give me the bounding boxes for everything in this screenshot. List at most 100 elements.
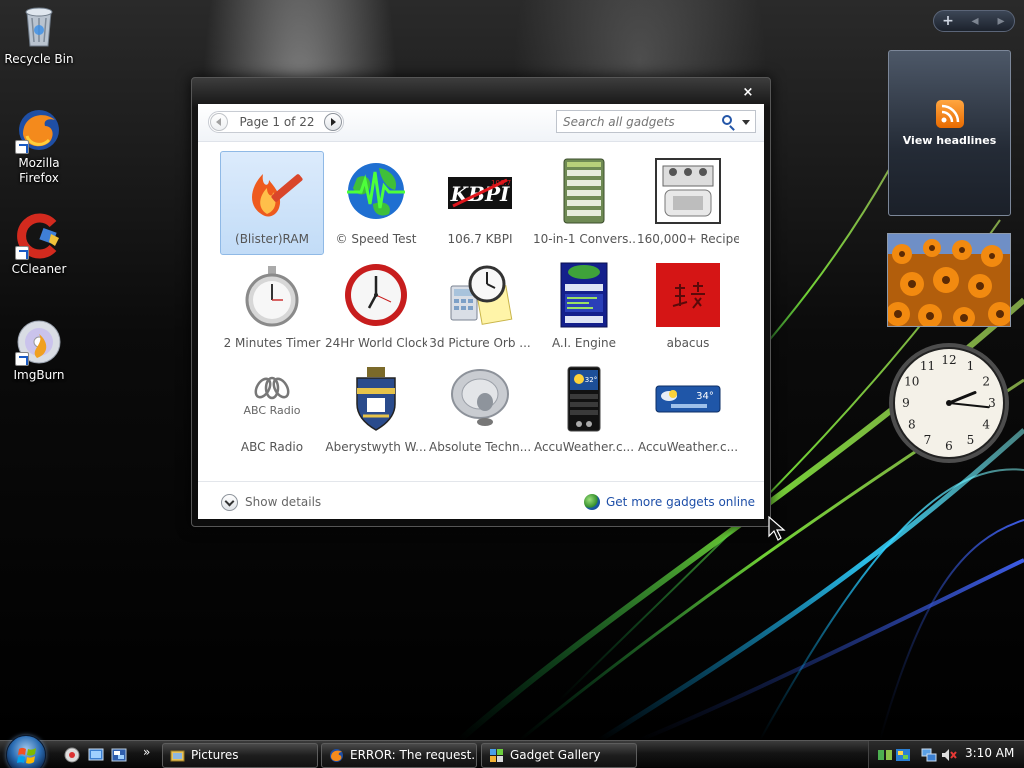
gallery-toolbar: Page 1 of 22 [198, 104, 764, 142]
search-icon[interactable] [722, 115, 732, 125]
system-tray: 3:10 AM [868, 741, 1024, 768]
desktop-icon-ccleaner[interactable]: CCleaner [0, 212, 78, 277]
clock-numeral: 1 [967, 359, 975, 373]
analog-clock-face: 12 1234567891011 [889, 343, 1009, 463]
gadget-label: (Blister)RAM [235, 232, 309, 246]
shortcut-arrow-icon [15, 352, 29, 366]
globe-icon [584, 494, 600, 510]
world-clock-icon [343, 262, 409, 328]
close-button[interactable]: × [735, 85, 761, 102]
gadget-tile[interactable]: 10-in-1 Convers... [532, 151, 636, 255]
flower-photo [888, 234, 1010, 326]
gadget-tile[interactable]: 32° AccuWeather.c... [532, 359, 636, 463]
get-more-gadgets-label: Get more gadgets online [606, 495, 756, 509]
gadget-label: 106.7 KBPI [447, 232, 513, 246]
slideshow-gadget[interactable] [887, 233, 1011, 327]
gadget-tile[interactable]: 160,000+ Recipes [636, 151, 740, 255]
gadget-icon [490, 749, 503, 762]
gadget-label: A.I. Engine [551, 336, 617, 350]
gadget-label: 2 Minutes Timer [223, 336, 321, 350]
svg-text:106.7: 106.7 [491, 179, 511, 187]
sidebar-next-button[interactable]: ▸ [988, 11, 1014, 31]
gadget-label: 160,000+ Recipes [637, 232, 739, 246]
switch-windows-icon[interactable] [88, 747, 104, 763]
gadget-tile[interactable]: Aberystwyth W... [324, 359, 428, 463]
clock-numeral: 2 [982, 375, 990, 389]
network-icon[interactable] [921, 747, 937, 763]
desktop-icon-label: Recycle Bin [4, 52, 74, 66]
clock-numeral: 12 [941, 353, 956, 367]
clock-numeral: 9 [902, 396, 910, 410]
abacus-icon [655, 262, 721, 328]
add-gadget-button[interactable]: + [934, 11, 962, 31]
search-input[interactable] [557, 111, 717, 132]
gadget-tile[interactable]: 3d Picture Orb ... [428, 255, 532, 359]
task-label: Pictures [191, 748, 239, 762]
taskbar-clock[interactable]: 3:10 AM [965, 746, 1014, 760]
ccleaner-icon [15, 212, 63, 260]
desktop-icon-imgburn[interactable]: ImgBurn [0, 318, 78, 383]
chevron-down-icon[interactable] [742, 120, 750, 125]
start-button[interactable] [6, 735, 46, 768]
gadget-label: 3d Picture Orb ... [429, 336, 531, 350]
tray-app-icon[interactable] [895, 747, 911, 763]
svg-text:34°: 34° [696, 391, 714, 402]
gadget-grid: (Blister)RAM © Speed Test KBPI 106.7 [220, 151, 740, 463]
clock-numeral: 4 [982, 418, 990, 432]
previous-page-button[interactable] [210, 113, 228, 131]
svg-text:ABC Radio: ABC Radio [244, 404, 301, 417]
show-desktop-icon[interactable] [64, 747, 80, 763]
taskbar: » Pictures ERROR: The request... Gadget … [0, 735, 1024, 768]
gadget-label: ABC Radio [240, 440, 304, 454]
show-details-label: Show details [245, 495, 322, 509]
clock-numeral: 7 [924, 433, 932, 447]
gadget-tile[interactable]: 34° AccuWeather.c... [636, 359, 740, 463]
gadget-tile[interactable]: abacus [636, 255, 740, 359]
firefox-icon [15, 106, 63, 154]
gadget-tile[interactable]: Absolute Techn... [428, 359, 532, 463]
desktop-icon-label: CCleaner [11, 262, 67, 276]
show-details-button[interactable]: Show details [221, 492, 321, 512]
calculator-clock-icon [447, 262, 513, 328]
clock-gadget[interactable]: 12 1 2 3 4 5 6 7 8 9 10 11 [886, 340, 1012, 466]
quick-launch-overflow-button[interactable]: » [143, 745, 150, 759]
gadget-gallery-content: Page 1 of 22 (Blister)RAM [198, 104, 764, 519]
volume-muted-icon[interactable] [941, 747, 957, 763]
sidebar-prev-button[interactable]: ◂ [962, 11, 988, 31]
svg-text:32°: 32° [585, 376, 597, 384]
tray-app-icon[interactable] [877, 747, 893, 763]
accuweather-wide-icon: 34° [655, 366, 721, 432]
gallery-footer: Show details Get more gadgets online [198, 481, 764, 519]
gadget-tile[interactable]: A.I. Engine [532, 255, 636, 359]
rss-icon [935, 100, 964, 128]
gadget-tile[interactable]: 24Hr World Clock [324, 255, 428, 359]
shortcut-arrow-icon [15, 140, 29, 154]
windows-logo-icon [17, 747, 36, 764]
next-page-button[interactable] [324, 113, 342, 131]
clock-numeral: 11 [920, 359, 935, 373]
speaker-icon [447, 366, 513, 432]
gadget-tile[interactable]: 2 Minutes Timer [220, 255, 324, 359]
sidebar-controls: + ◂ ▸ [933, 10, 1015, 32]
gadget-tile[interactable]: KBPI 106.7 106.7 KBPI [428, 151, 532, 255]
gadget-tile[interactable]: © Speed Test [324, 151, 428, 255]
clock-numeral: 10 [904, 375, 919, 389]
desktop-icon-recycle-bin[interactable]: Recycle Bin [0, 2, 78, 67]
imgburn-icon [15, 318, 63, 366]
kbpi-logo-icon: KBPI 106.7 [447, 158, 513, 224]
task-pictures[interactable]: Pictures [162, 743, 318, 768]
task-firefox-error[interactable]: ERROR: The request... [321, 743, 477, 768]
feed-headlines-gadget[interactable]: View headlines [888, 50, 1011, 216]
media-icon[interactable] [111, 747, 127, 763]
task-gadget-gallery[interactable]: Gadget Gallery [481, 743, 637, 768]
converter-icon [551, 158, 617, 224]
mouse-cursor-icon [768, 516, 786, 541]
gadget-label: AccuWeather.c... [533, 440, 635, 454]
clock-numeral: 8 [908, 418, 916, 432]
get-more-gadgets-link[interactable]: Get more gadgets online [584, 492, 755, 512]
desktop-icon-firefox[interactable]: Mozilla Firefox [0, 106, 78, 186]
crest-icon [343, 366, 409, 432]
gadget-tile[interactable]: ABC Radio ABC Radio [220, 359, 324, 463]
gadget-tile[interactable]: (Blister)RAM [220, 151, 324, 255]
search-box [556, 110, 756, 133]
